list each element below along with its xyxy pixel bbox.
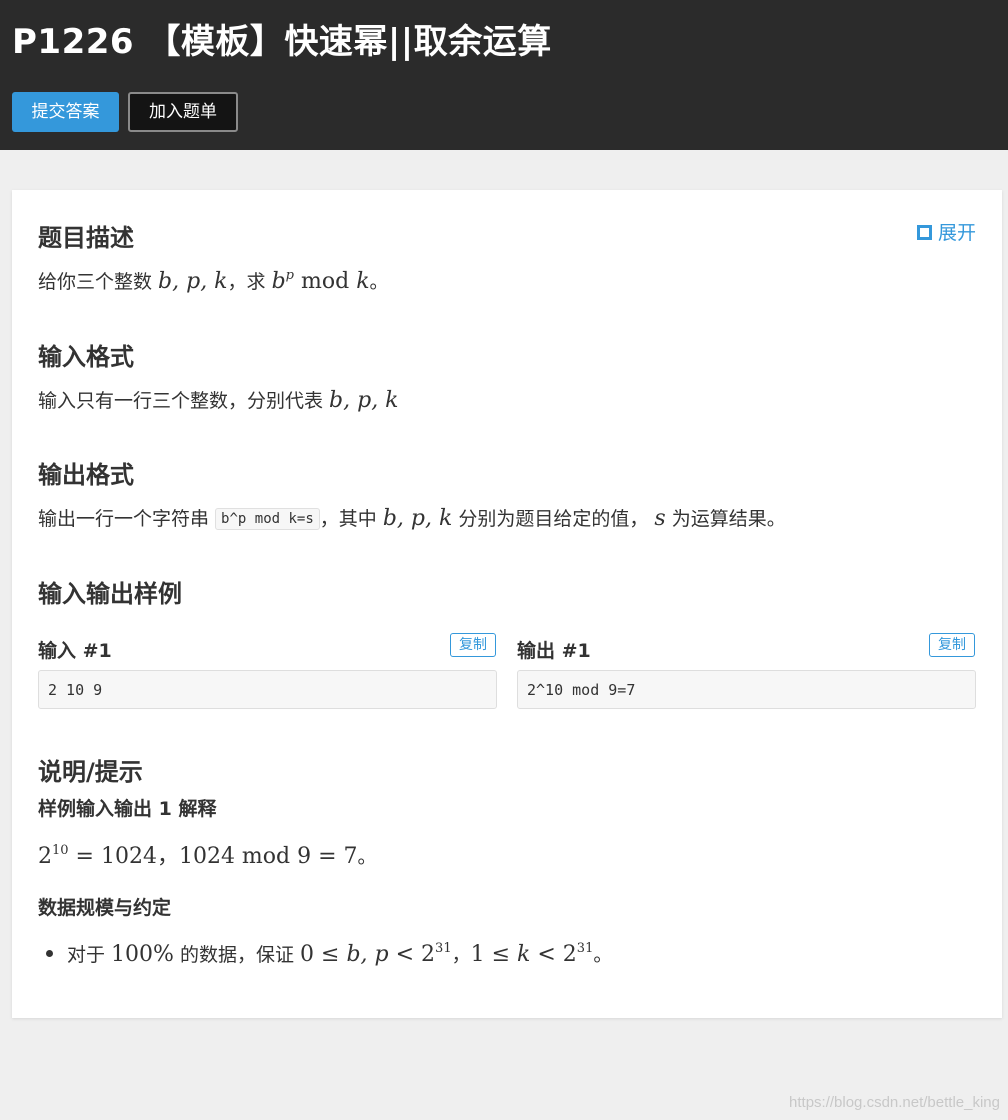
bullet-c2a: 1 ≤	[470, 942, 518, 967]
input-vars: b, p, k	[329, 388, 399, 413]
bullet-c1v: b, p	[346, 942, 389, 967]
input-format-heading: 输入格式	[38, 343, 134, 371]
bullet-text-2: 的数据，保证	[173, 944, 301, 966]
input-sample-label: 输入 #1	[38, 640, 112, 662]
problem-card: 展开 题目描述 给你三个整数 b, p, k，求 bp mod k。 输入格式 …	[12, 190, 1002, 1018]
expand-label: 展开	[937, 222, 976, 244]
bullet-c1b: < 2	[388, 942, 436, 967]
output-s: s	[654, 506, 666, 531]
desc-end: 。	[369, 271, 389, 293]
output-format-text: 输出一行一个字符串 b^p mod k=s ，其中 b, p, k 分别为题目给定…	[38, 504, 786, 531]
hint-eq-exp: 10	[52, 843, 69, 858]
bullet-text-1: 对于	[67, 944, 112, 966]
desc-exp: p	[285, 268, 294, 283]
output-text-1: 输出一行一个字符串	[38, 508, 216, 530]
input-sample-box[interactable]: 2 10 9	[38, 670, 497, 709]
output-text-4: 为运算结果。	[665, 508, 786, 530]
bullet-pct: 100%	[111, 942, 174, 967]
desc-vars: b, p, k	[158, 269, 228, 294]
bullet-c2b: < 2	[530, 942, 577, 967]
output-sample-box[interactable]: 2^10 mod 9=7	[517, 670, 976, 709]
hint-eq-rest: = 1024，1024 mod 9 = 7	[68, 844, 358, 869]
desc-text-1: 给你三个整数	[38, 271, 159, 293]
data-scale-heading: 数据规模与约定	[38, 897, 172, 919]
input-text: 输入只有一行三个整数，分别代表	[38, 390, 330, 412]
copy-output-button[interactable]: 复制	[929, 633, 975, 657]
desc-base: b	[271, 269, 286, 294]
bullet-exp1: 31	[435, 941, 452, 956]
copy-input-button[interactable]: 复制	[450, 633, 496, 657]
desc-mod: mod	[294, 269, 357, 294]
output-format-heading: 输出格式	[38, 461, 134, 489]
output-vars: b, p, k	[382, 506, 453, 531]
input-format-text: 输入只有一行三个整数，分别代表 b, p, k	[38, 386, 399, 413]
watermark: https://blog.csdn.net/bettle_king	[789, 1094, 1000, 1111]
hint-equation: 210 = 1024，1024 mod 9 = 7。	[38, 838, 377, 870]
output-text-3: 分别为题目给定的值，	[452, 508, 655, 530]
add-to-list-button[interactable]: 加入题单	[128, 92, 238, 132]
bullet-end: 。	[593, 944, 613, 966]
bullet-c2v: k	[517, 942, 531, 967]
output-text-2: ，其中	[319, 508, 383, 530]
description-text: 给你三个整数 b, p, k，求 bp mod k。	[38, 267, 389, 294]
samples-heading: 输入输出样例	[38, 580, 182, 608]
bullet-c1a: 0 ≤	[300, 942, 347, 967]
submit-answer-button[interactable]: 提交答案	[12, 92, 119, 132]
bullet-sep: ，	[451, 944, 471, 966]
constraint-list-item: 对于 100% 的数据，保证 0 ≤ b, p < 231，1 ≤ k < 23…	[46, 940, 612, 967]
description-heading: 题目描述	[38, 224, 134, 252]
expand-icon	[916, 225, 932, 240]
expand-button[interactable]: 展开	[916, 218, 976, 245]
desc-k: k	[356, 269, 370, 294]
problem-title: P1226 【模板】快速幂||取余运算	[12, 22, 552, 62]
problem-header: P1226 【模板】快速幂||取余运算 提交答案 加入题单	[0, 0, 1008, 150]
hint-sample-explanation-heading: 样例输入输出 1 解释	[38, 798, 217, 820]
hint-eq-end: 。	[357, 846, 377, 868]
bullet-dot	[46, 950, 53, 957]
output-format-code: b^p mod k=s	[215, 508, 320, 530]
hint-heading: 说明/提示	[38, 758, 143, 786]
output-sample-label: 输出 #1	[517, 640, 591, 662]
bullet-exp2: 31	[576, 941, 594, 956]
hint-eq-base: 2	[38, 844, 52, 869]
desc-text-2: ，求	[227, 271, 272, 293]
